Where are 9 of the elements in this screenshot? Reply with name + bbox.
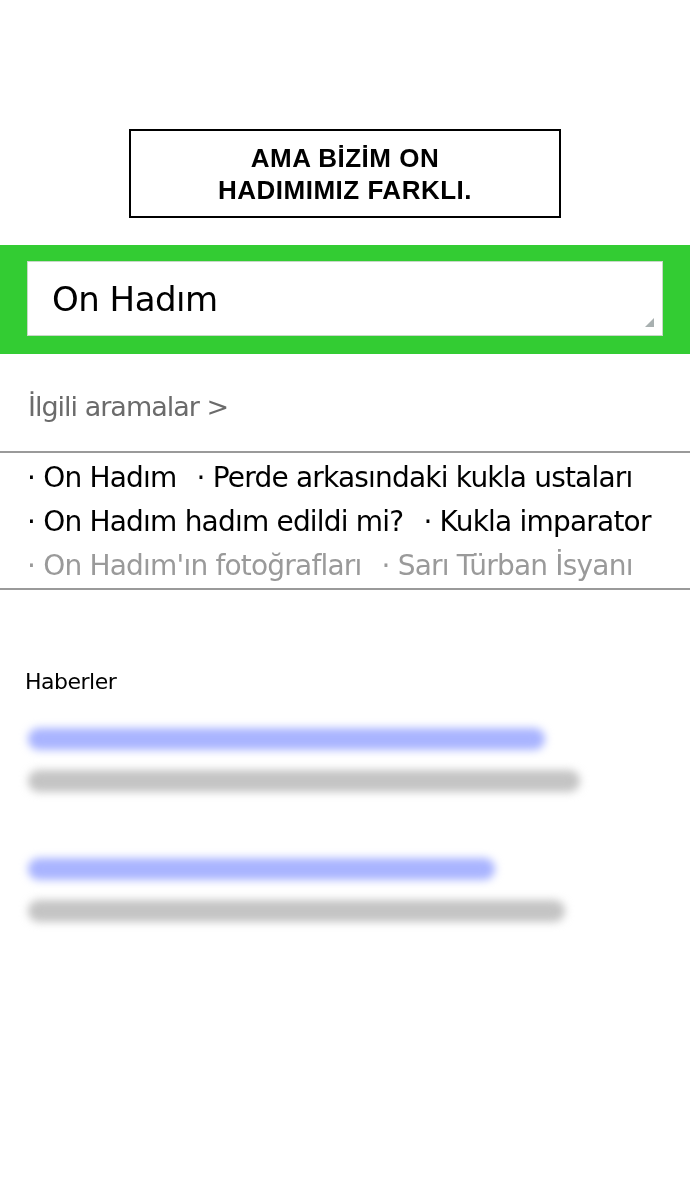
- related-search-link[interactable]: · On Hadım hadım edildi mi?: [27, 503, 404, 539]
- related-search-link[interactable]: · Kukla imparator: [423, 503, 651, 539]
- resize-grip-icon[interactable]: [645, 318, 654, 327]
- search-field[interactable]: On Hadım: [27, 261, 663, 336]
- related-search-link[interactable]: · Perde arkasındaki kukla ustaları: [196, 459, 633, 495]
- news-heading: Haberler: [25, 668, 117, 696]
- related-search-link[interactable]: · On Hadım: [27, 459, 177, 495]
- caption-box: AMA BİZİM ON HADIMIMIZ FARKLI.: [129, 129, 561, 218]
- related-searches-link[interactable]: İlgili aramalar >: [28, 390, 229, 424]
